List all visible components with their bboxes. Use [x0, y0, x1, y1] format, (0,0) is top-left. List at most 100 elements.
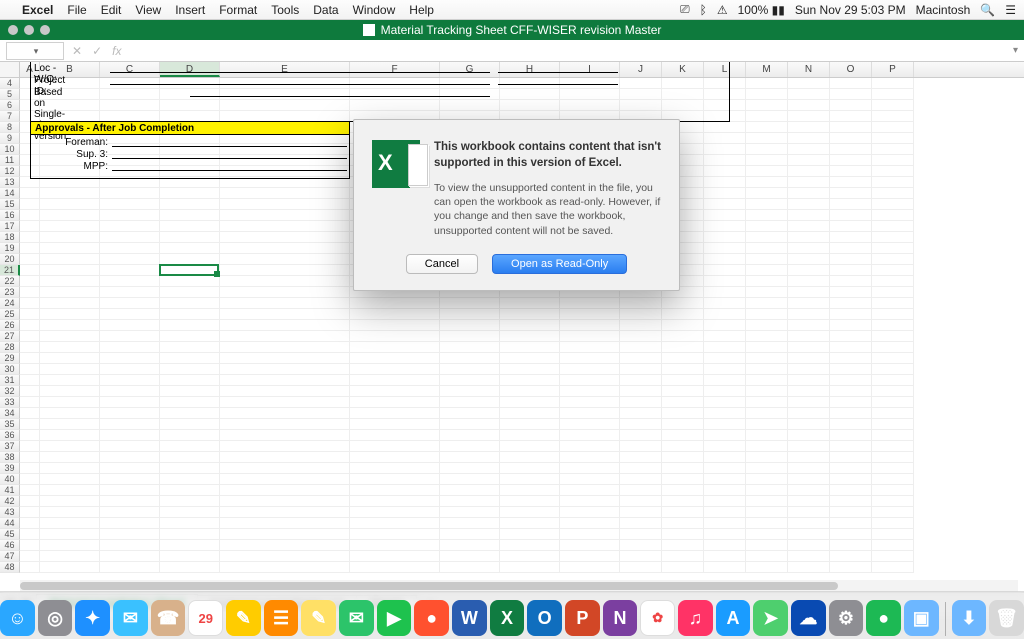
dock-notes2-icon[interactable]: ✎	[301, 600, 336, 636]
dock-onenote-icon[interactable]: N	[603, 600, 638, 636]
row-header-6[interactable]: 6	[0, 100, 20, 111]
menu-window[interactable]: Window	[353, 3, 396, 17]
dock-maps-icon[interactable]: ➤	[753, 600, 788, 636]
row-header-16[interactable]: 16	[0, 210, 20, 221]
row-header-18[interactable]: 18	[0, 232, 20, 243]
traffic-lights[interactable]	[8, 25, 50, 35]
wifi-icon[interactable]: ⚠︎	[717, 3, 728, 17]
row-header-19[interactable]: 19	[0, 243, 20, 254]
dock-powerpoint-icon[interactable]: P	[565, 600, 600, 636]
dock-excel-icon[interactable]: X	[490, 600, 525, 636]
row-header-4[interactable]: 4	[0, 78, 20, 89]
row-header-47[interactable]: 47	[0, 551, 20, 562]
active-cell[interactable]	[159, 264, 219, 276]
dock-mail-icon[interactable]: ✉	[113, 600, 148, 636]
dock-spotify-icon[interactable]: ●	[866, 600, 901, 636]
row-header-29[interactable]: 29	[0, 353, 20, 364]
hostname[interactable]: Macintosh	[916, 3, 971, 17]
row-header-22[interactable]: 22	[0, 276, 20, 287]
dock-appstore-icon[interactable]: A	[716, 600, 751, 636]
row-header-11[interactable]: 11	[0, 155, 20, 166]
menu-insert[interactable]: Insert	[175, 3, 205, 17]
row-header-24[interactable]: 24	[0, 298, 20, 309]
menu-edit[interactable]: Edit	[101, 3, 122, 17]
row-header-12[interactable]: 12	[0, 166, 20, 177]
accept-formula-icon[interactable]: ✓	[90, 44, 104, 58]
col-header-N[interactable]: N	[788, 62, 830, 77]
row-header-28[interactable]: 28	[0, 342, 20, 353]
dock-safari-icon[interactable]: ✦	[75, 600, 110, 636]
row-header-39[interactable]: 39	[0, 463, 20, 474]
app-menu[interactable]: Excel	[22, 3, 53, 17]
row-header-34[interactable]: 34	[0, 408, 20, 419]
col-header-M[interactable]: M	[746, 62, 788, 77]
row-header-9[interactable]: 9	[0, 133, 20, 144]
dock-notes1-icon[interactable]: ✎	[226, 600, 261, 636]
row-header-13[interactable]: 13	[0, 177, 20, 188]
row-header-36[interactable]: 36	[0, 430, 20, 441]
dock-trash-icon[interactable]: 🗑	[989, 600, 1024, 636]
expand-formula-icon[interactable]: ▾	[1013, 45, 1018, 56]
row-header-7[interactable]: 7	[0, 111, 20, 122]
dock-contacts-icon[interactable]: ☎	[151, 600, 186, 636]
scrollbar-thumb[interactable]	[20, 582, 838, 590]
menu-file[interactable]: File	[67, 3, 86, 17]
row-header-38[interactable]: 38	[0, 452, 20, 463]
row-header-44[interactable]: 44	[0, 518, 20, 529]
dock-reminders-icon[interactable]: ☰	[264, 600, 299, 636]
fx-label[interactable]: fx	[110, 44, 123, 58]
row-header-8[interactable]: 8	[0, 122, 20, 133]
dock-outlook-icon[interactable]: O	[527, 600, 562, 636]
row-header-20[interactable]: 20	[0, 254, 20, 265]
menu-help[interactable]: Help	[409, 3, 434, 17]
bluetooth-icon[interactable]: ᛒ	[700, 3, 707, 17]
row-header-41[interactable]: 41	[0, 485, 20, 496]
row-header-45[interactable]: 45	[0, 529, 20, 540]
battery-status[interactable]: 100% ▮▮	[738, 3, 785, 17]
dock-photos-icon[interactable]: ✿	[640, 600, 675, 636]
row-header-25[interactable]: 25	[0, 309, 20, 320]
dock-launchpad-icon[interactable]: ◎	[38, 600, 73, 636]
row-header-5[interactable]: 5	[0, 89, 20, 100]
row-header-23[interactable]: 23	[0, 287, 20, 298]
dock-photobooth-icon[interactable]: ●	[414, 600, 449, 636]
row-header-31[interactable]: 31	[0, 375, 20, 386]
row-header-48[interactable]: 48	[0, 562, 20, 573]
fill-handle[interactable]	[214, 271, 220, 277]
row-header-26[interactable]: 26	[0, 320, 20, 331]
row-header-14[interactable]: 14	[0, 188, 20, 199]
row-header-42[interactable]: 42	[0, 496, 20, 507]
menu-view[interactable]: View	[135, 3, 161, 17]
open-read-only-button[interactable]: Open as Read-Only	[492, 254, 627, 274]
dock-facetime-icon[interactable]: ▶	[377, 600, 412, 636]
row-header-46[interactable]: 46	[0, 540, 20, 551]
dock-prefs-icon[interactable]: ⚙	[829, 600, 864, 636]
dock-messages-icon[interactable]: ✉	[339, 600, 374, 636]
row-header-17[interactable]: 17	[0, 221, 20, 232]
col-header-P[interactable]: P	[872, 62, 914, 77]
cancel-formula-icon[interactable]: ✕	[70, 44, 84, 58]
dock-calendar-icon[interactable]: 29	[188, 600, 223, 636]
row-header-27[interactable]: 27	[0, 331, 20, 342]
menu-data[interactable]: Data	[313, 3, 338, 17]
airplay-icon[interactable]: ⎚	[680, 2, 690, 17]
menu-tools[interactable]: Tools	[271, 3, 299, 17]
row-header-37[interactable]: 37	[0, 441, 20, 452]
row-header-10[interactable]: 10	[0, 144, 20, 155]
dock-itunes-icon[interactable]: ♫	[678, 600, 713, 636]
row-header-43[interactable]: 43	[0, 507, 20, 518]
row-header-15[interactable]: 15	[0, 199, 20, 210]
cancel-button[interactable]: Cancel	[406, 254, 478, 274]
row-header-32[interactable]: 32	[0, 386, 20, 397]
dock-folder-icon[interactable]: ▣	[904, 600, 939, 636]
row-header-33[interactable]: 33	[0, 397, 20, 408]
spotlight-icon[interactable]: 🔍	[980, 3, 995, 17]
menu-format[interactable]: Format	[219, 3, 257, 17]
row-header-35[interactable]: 35	[0, 419, 20, 430]
col-header-O[interactable]: O	[830, 62, 872, 77]
name-box[interactable]	[6, 42, 64, 60]
row-header-21[interactable]: 21	[0, 265, 20, 276]
dock-onedrive-icon[interactable]: ☁	[791, 600, 826, 636]
row-header-30[interactable]: 30	[0, 364, 20, 375]
dock-word-icon[interactable]: W	[452, 600, 487, 636]
